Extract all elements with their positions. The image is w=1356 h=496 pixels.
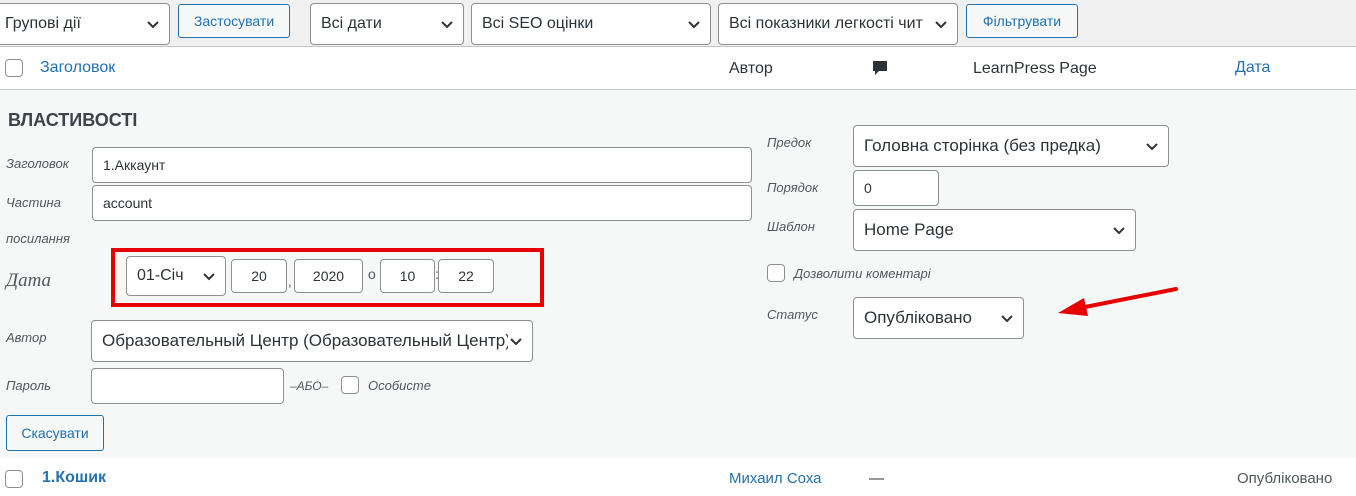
seo-filter-label: Всі SEO оцінки: [482, 15, 594, 32]
seo-filter-select[interactable]: Всі SEO оцінки: [471, 3, 711, 45]
chevron-down-icon: [1144, 138, 1160, 154]
chevron-down-icon: [508, 333, 524, 349]
row-status: Опубліковано: [1237, 470, 1333, 487]
private-checkbox[interactable]: [341, 376, 359, 394]
readability-filter-label: Всі показники легкості чит: [729, 15, 923, 32]
slug-label-line2: посилання: [6, 231, 70, 246]
column-date-sort-link[interactable]: Дата: [1235, 59, 1270, 77]
column-author: Автор: [729, 60, 773, 77]
filter-button[interactable]: Фільтрувати: [966, 4, 1078, 38]
row-checkbox[interactable]: [5, 470, 23, 488]
cancel-button[interactable]: Скасувати: [6, 415, 104, 451]
slug-label-line1: Частина: [6, 195, 61, 210]
author-select[interactable]: Образовательный Центр (Образовательный Ц…: [91, 320, 533, 362]
date-label: Дата: [6, 270, 52, 291]
allow-comments-checkbox[interactable]: [767, 264, 785, 282]
password-input[interactable]: [91, 368, 284, 404]
chevron-down-icon: [686, 16, 702, 32]
quick-edit-panel: ВЛАСТИВОСТІ Заголовок 1.Аккаунт Частина …: [0, 90, 1356, 458]
status-select[interactable]: Опубліковано: [853, 297, 1024, 339]
row-author-link[interactable]: Михаил Соха: [729, 470, 822, 487]
quick-edit-heading: ВЛАСТИВОСТІ: [8, 110, 138, 130]
slug-input[interactable]: account: [92, 185, 752, 221]
chevron-down-icon: [439, 16, 455, 32]
allow-comments-label: Дозволити коментарі: [794, 266, 931, 281]
title-label: Заголовок: [6, 156, 69, 171]
or-label: –АБО–: [290, 379, 329, 393]
chevron-down-icon: [999, 310, 1015, 326]
column-learnpress: LearnPress Page: [973, 60, 1097, 77]
password-label: Пароль: [6, 378, 51, 393]
template-label: Шаблон: [767, 219, 815, 234]
row-learnpress-value: —: [869, 470, 884, 487]
bulk-actions-label: Групові дії: [5, 15, 81, 32]
date-filter-select[interactable]: Всі дати: [310, 3, 464, 45]
parent-label: Предок: [767, 135, 812, 150]
status-label: Статус: [767, 307, 818, 322]
annotation-arrow-icon: [1058, 287, 1178, 316]
readability-filter-select[interactable]: Всі показники легкості чит: [718, 3, 958, 45]
bulk-actions-select[interactable]: Групові дії: [0, 3, 170, 45]
parent-select[interactable]: Головна сторінка (без предка): [853, 125, 1169, 167]
column-title-sort-link[interactable]: Заголовок: [40, 59, 115, 77]
template-select[interactable]: Home Page: [853, 209, 1136, 251]
select-all-checkbox[interactable]: [5, 59, 23, 77]
date-filter-label: Всі дати: [321, 15, 382, 32]
apply-button[interactable]: Застосувати: [178, 4, 290, 38]
chevron-down-icon: [1111, 222, 1127, 238]
table-header: Заголовок Автор LearnPress Page Дата: [0, 46, 1356, 90]
row-title-link[interactable]: 1.Кошик: [42, 469, 106, 487]
order-label: Порядок: [767, 180, 819, 195]
order-input[interactable]: 0: [853, 170, 939, 206]
chevron-down-icon: [145, 16, 161, 32]
annotation-highlight-box: [111, 248, 544, 307]
private-label: Особисте: [368, 378, 431, 393]
title-input[interactable]: 1.Аккаунт: [92, 147, 752, 183]
author-label: Автор: [6, 330, 47, 345]
chevron-down-icon: [933, 16, 949, 32]
table-row: 1.Кошик Михаил Соха — Опубліковано: [0, 458, 1356, 496]
comment-icon: [871, 59, 889, 82]
